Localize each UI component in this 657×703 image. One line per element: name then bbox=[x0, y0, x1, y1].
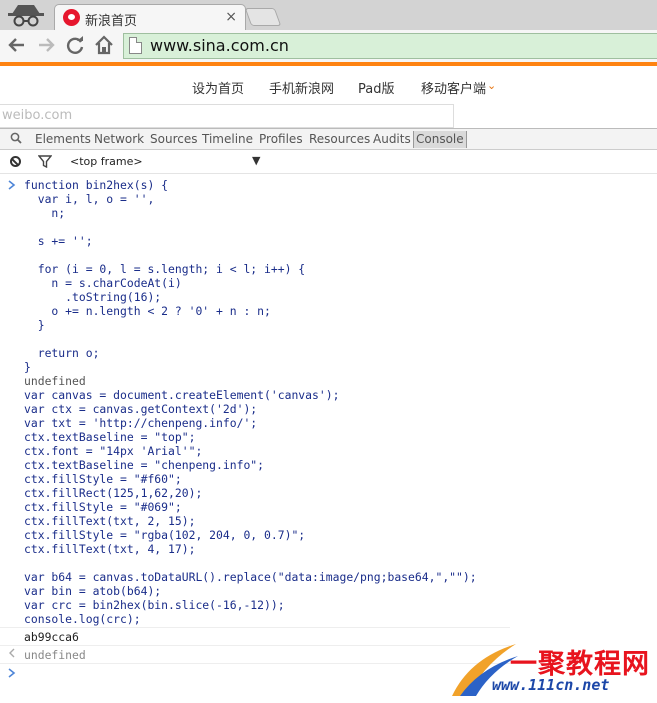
weibo-search-box[interactable]: weibo.com bbox=[0, 104, 454, 128]
tab-elements[interactable]: Elements bbox=[35, 132, 91, 146]
address-bar[interactable]: www.sina.com.cn bbox=[123, 33, 657, 59]
code-line: ctx.fillText(txt, 4, 17); bbox=[24, 542, 196, 556]
prompt-caret-icon bbox=[8, 668, 16, 678]
code-line: var ctx = canvas.getContext('2d'); bbox=[24, 402, 258, 416]
code-line: n = s.charCodeAt(i) bbox=[24, 276, 182, 290]
tab-network[interactable]: Network bbox=[94, 132, 144, 146]
tab-timeline[interactable]: Timeline bbox=[202, 132, 253, 146]
code-line: var bin = atob(b64); bbox=[24, 584, 162, 598]
console-input-code: function bin2hex(s) { var i, l, o = '', … bbox=[24, 178, 477, 626]
code-line: ctx.fillText(txt, 2, 15); bbox=[24, 514, 196, 528]
nav-set-homepage[interactable]: 设为首页 bbox=[192, 78, 244, 97]
code-line: ctx.fillStyle = "rgba(102, 204, 0, 0.7)"… bbox=[24, 528, 306, 542]
search-icon[interactable] bbox=[10, 132, 22, 144]
console-toolbar: <top frame> ▼ bbox=[0, 150, 657, 174]
code-line: return o; bbox=[24, 346, 100, 360]
code-line: ctx.textBaseline = "top"; bbox=[24, 430, 196, 444]
frame-select[interactable]: <top frame> bbox=[70, 155, 143, 168]
code-line: ctx.fillStyle = "#069"; bbox=[24, 500, 182, 514]
return-value: undefined bbox=[24, 648, 86, 662]
sina-logo-icon bbox=[63, 9, 80, 26]
site-watermark: 一聚教程网 www.111cn.net bbox=[450, 638, 657, 700]
tab-title: 新浪首页 bbox=[85, 14, 138, 29]
code-line: function bin2hex(s) { bbox=[24, 178, 169, 192]
forward-arrow-icon[interactable] bbox=[35, 34, 57, 56]
home-icon[interactable] bbox=[93, 34, 115, 56]
browser-tab-sina[interactable]: 新浪首页 × bbox=[54, 4, 246, 30]
sina-top-bar bbox=[0, 62, 657, 66]
code-line: .toString(16); bbox=[24, 290, 162, 304]
console-log-row: ab99cca6 bbox=[0, 627, 510, 645]
code-line: s += ''; bbox=[24, 234, 93, 248]
tab-sources[interactable]: Sources bbox=[150, 132, 197, 146]
tab-console[interactable]: Console bbox=[413, 131, 467, 148]
return-caret-icon bbox=[9, 648, 15, 658]
watermark-url: www.111cn.net bbox=[492, 676, 610, 694]
reload-icon[interactable] bbox=[64, 34, 86, 56]
code-line: ctx.fillRect(125,1,62,20); bbox=[24, 486, 203, 500]
back-arrow-icon[interactable] bbox=[6, 34, 28, 56]
code-line: } bbox=[24, 360, 31, 374]
code-line: var txt = 'http://chenpeng.info/'; bbox=[24, 416, 258, 430]
code-line: undefined bbox=[24, 374, 86, 388]
nav-mobile-sina[interactable]: 手机新浪网 bbox=[269, 78, 334, 97]
filter-icon[interactable] bbox=[38, 155, 52, 168]
clear-console-icon[interactable] bbox=[10, 156, 21, 167]
devtools-tab-bar: Elements Network Sources Timeline Profil… bbox=[0, 128, 657, 150]
code-line: ctx.textBaseline = "chenpeng.info"; bbox=[24, 458, 265, 472]
input-caret-icon bbox=[8, 180, 16, 190]
code-line: } bbox=[24, 318, 45, 332]
dropdown-arrow-icon[interactable]: ▼ bbox=[252, 154, 260, 167]
nav-pad[interactable]: Pad版 bbox=[358, 78, 394, 97]
code-line: o += n.length < 2 ? '0' + n : n; bbox=[24, 304, 271, 318]
incognito-icon bbox=[8, 5, 44, 27]
log-output: ab99cca6 bbox=[24, 630, 79, 644]
code-line: ctx.fillStyle = "#f60"; bbox=[24, 472, 182, 486]
console-return-row: undefined bbox=[0, 645, 510, 663]
nav-mobile-client[interactable]: 移动客户端 bbox=[421, 78, 486, 97]
code-line: var i, l, o = '', bbox=[24, 192, 155, 206]
browser-tab-strip: 新浪首页 × bbox=[0, 0, 657, 30]
code-line: ctx.font = "14px 'Arial'"; bbox=[24, 444, 203, 458]
code-line: var b64 = canvas.toDataURL().replace("da… bbox=[24, 570, 477, 584]
tab-profiles[interactable]: Profiles bbox=[259, 132, 303, 146]
code-line: var crc = bin2hex(bin.slice(-16,-12)); bbox=[24, 598, 285, 612]
console-panel: function bin2hex(s) { var i, l, o = '', … bbox=[0, 174, 657, 703]
code-line: for (i = 0, l = s.length; i < l; i++) { bbox=[24, 262, 306, 276]
tab-resources[interactable]: Resources bbox=[309, 132, 370, 146]
chevron-down-icon[interactable]: ⌄ bbox=[487, 79, 496, 92]
code-line: n; bbox=[24, 206, 66, 220]
tab-audits[interactable]: Audits bbox=[373, 132, 411, 146]
console-prompt-row[interactable] bbox=[0, 663, 510, 681]
code-line: console.log(crc); bbox=[24, 612, 141, 626]
url-text[interactable]: www.sina.com.cn bbox=[150, 36, 289, 55]
page-icon bbox=[129, 37, 142, 54]
weibo-placeholder: weibo.com bbox=[2, 108, 73, 123]
code-line: var canvas = document.createElement('can… bbox=[24, 388, 340, 402]
close-tab-icon[interactable]: × bbox=[225, 9, 237, 25]
new-tab-button[interactable] bbox=[244, 8, 282, 26]
